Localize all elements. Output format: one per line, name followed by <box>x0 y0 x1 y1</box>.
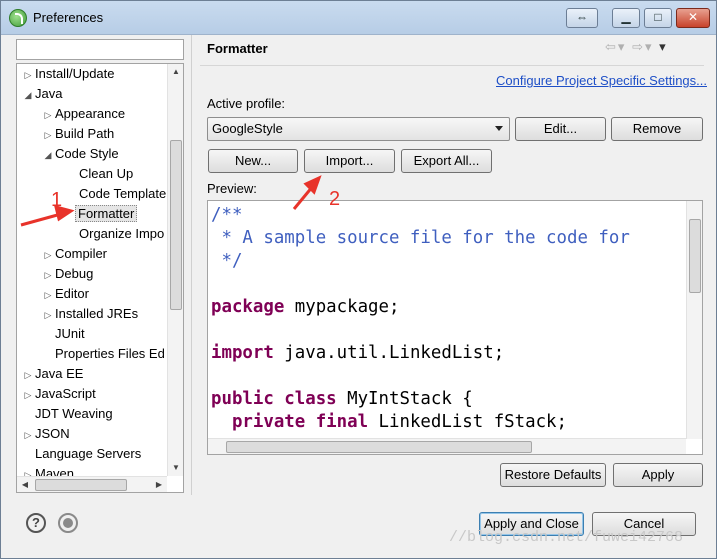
annotation-number-1: 1 <box>51 189 63 211</box>
annotation-arrows <box>20 175 322 227</box>
annotation-number-2: 2 <box>329 188 341 210</box>
preferences-window: Preferences ⇔ ▁ □ ✕ ▷ Install/Update ◢ Jav… <box>0 0 717 559</box>
watermark-text: //blog.csdn.net/fuwei42768 <box>449 529 684 546</box>
annotation-arrow-1 <box>20 212 62 227</box>
